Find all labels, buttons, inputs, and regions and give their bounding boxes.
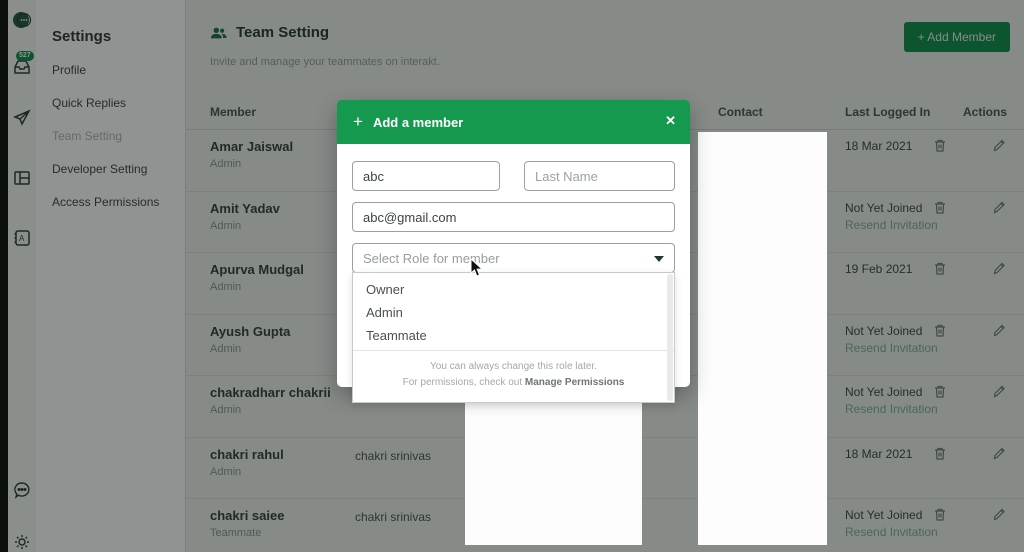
role-option-teammate[interactable]: Teammate bbox=[353, 324, 674, 347]
plus-icon: + bbox=[353, 112, 363, 132]
role-helper-text: You can always change this role later. F… bbox=[353, 350, 674, 402]
add-member-modal: + Add a member ✕ Select Role for member … bbox=[337, 100, 690, 387]
role-option-owner[interactable]: Owner bbox=[353, 278, 674, 301]
mouse-cursor bbox=[470, 258, 484, 283]
modal-title: Add a member bbox=[373, 115, 463, 130]
role-select[interactable]: Select Role for member bbox=[352, 243, 675, 273]
redaction-box bbox=[465, 394, 642, 545]
last-name-input[interactable] bbox=[524, 161, 675, 191]
email-input[interactable] bbox=[352, 202, 675, 232]
dropdown-scrollbar[interactable] bbox=[667, 274, 673, 401]
chevron-down-icon bbox=[654, 256, 664, 262]
first-name-input[interactable] bbox=[352, 161, 500, 191]
role-dropdown-panel: OwnerAdminTeammate You can always change… bbox=[352, 272, 675, 403]
close-icon[interactable]: ✕ bbox=[665, 113, 676, 129]
modal-header: + Add a member ✕ bbox=[337, 100, 690, 144]
role-option-admin[interactable]: Admin bbox=[353, 301, 674, 324]
modal-body: Select Role for member OwnerAdminTeammat… bbox=[337, 144, 690, 387]
manage-permissions-link[interactable]: Manage Permissions bbox=[525, 377, 624, 388]
role-options: OwnerAdminTeammate bbox=[353, 273, 674, 350]
redaction-box bbox=[698, 132, 827, 545]
app-window: 527 A Settings ProfileQuick RepliesTeam … bbox=[0, 0, 1024, 552]
